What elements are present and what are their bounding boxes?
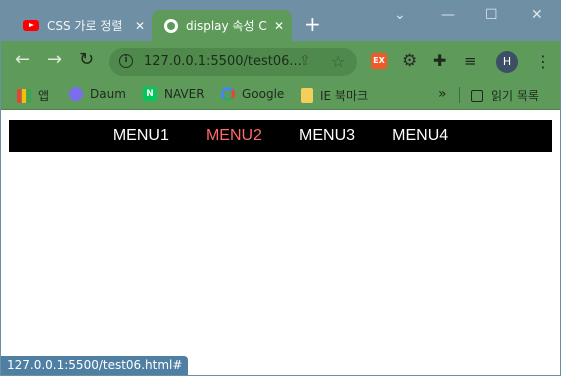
bookmark-ie-folder[interactable]: IE 북마크 (301, 87, 368, 104)
info-icon[interactable]: i (119, 54, 133, 68)
url-text[interactable]: 127.0.0.1:5500/test06... (144, 54, 302, 69)
page-content: MENU1 MENU2 MENU3 MENU4 (1, 110, 560, 375)
divider (459, 87, 460, 103)
bookmarks-bar: 앱 Daum N NAVER Google IE 북마크 » 읽기 목록 (1, 81, 560, 110)
bookmark-label: Daum (90, 87, 126, 101)
gear-icon[interactable]: ⚙ (402, 51, 417, 71)
bookmark-label: 앱 (38, 89, 50, 103)
menu-item: MENU4 (392, 120, 448, 152)
extension-ex-icon[interactable]: EX (371, 53, 387, 69)
minimize-button[interactable]: — (441, 7, 455, 23)
reading-list-button[interactable]: 읽기 목록 (471, 87, 539, 104)
forward-button[interactable]: → (47, 51, 62, 69)
bookmark-label: Google (242, 87, 285, 101)
apps-grid-icon (17, 88, 31, 103)
media-control-icon[interactable]: ≡ (464, 52, 477, 70)
reading-list-label: 읽기 목록 (491, 89, 539, 103)
back-button[interactable]: ← (15, 51, 30, 69)
menu-link-4[interactable]: MENU4 (392, 127, 448, 144)
menu-item: MENU3 (299, 120, 355, 152)
reading-list-icon (471, 89, 483, 102)
tab-search-icon[interactable]: ⌄ (394, 7, 406, 23)
google-icon (221, 87, 235, 101)
bookmark-daum[interactable]: Daum (69, 87, 126, 101)
browser-toolbar: ← → ↻ i 127.0.0.1:5500/test06... ⇪ ☆ EX … (1, 41, 560, 81)
bookmark-apps[interactable]: 앱 (17, 87, 49, 104)
profile-avatar[interactable]: H (496, 51, 518, 73)
menu-kebab-icon[interactable]: ⋮ (535, 52, 551, 71)
new-tab-button[interactable]: + (304, 14, 321, 34)
restore-button[interactable]: ☐ (485, 7, 498, 23)
status-bar-url: 127.0.0.1:5500/test06.html# (1, 356, 189, 375)
bookmark-label: NAVER (164, 87, 205, 101)
globe-icon (164, 18, 178, 33)
daum-icon (69, 87, 83, 101)
menu-item: MENU1 (113, 120, 169, 152)
browser-window: CSS 가로 정렬 ✕ display 속성 C ✕ + ⌄ — ☐ ✕ ← →… (0, 0, 561, 376)
extensions-puzzle-icon[interactable]: ✚ (433, 51, 446, 70)
tab-display-property[interactable]: display 속성 C ✕ (152, 10, 292, 41)
close-window-button[interactable]: ✕ (531, 7, 543, 23)
youtube-icon (23, 20, 39, 31)
address-bar[interactable]: i 127.0.0.1:5500/test06... ⇪ ☆ (109, 48, 357, 76)
close-icon[interactable]: ✕ (135, 19, 145, 33)
bookmark-google[interactable]: Google (221, 87, 284, 101)
menu-item: MENU2 (206, 120, 262, 152)
more-bookmarks-button[interactable]: » (438, 86, 447, 102)
bookmark-label: IE 북마크 (320, 89, 369, 103)
tab-title: display 속성 C (186, 19, 267, 33)
bookmark-naver[interactable]: N NAVER (143, 87, 205, 101)
title-bar: CSS 가로 정렬 ✕ display 속성 C ✕ + ⌄ — ☐ ✕ (1, 1, 560, 41)
tab-css-align[interactable]: CSS 가로 정렬 ✕ (9, 10, 147, 41)
menu-link-2[interactable]: MENU2 (206, 127, 262, 144)
bookmark-star-icon[interactable]: ☆ (331, 52, 345, 71)
nav-menu: MENU1 MENU2 MENU3 MENU4 (9, 120, 552, 152)
close-icon[interactable]: ✕ (274, 19, 284, 33)
share-icon[interactable]: ⇪ (299, 53, 311, 69)
naver-icon: N (143, 87, 157, 101)
menu-link-1[interactable]: MENU1 (113, 127, 169, 144)
menu-link-3[interactable]: MENU3 (299, 127, 355, 144)
folder-icon (301, 88, 313, 103)
reload-button[interactable]: ↻ (79, 51, 94, 69)
tab-title: CSS 가로 정렬 (47, 19, 123, 33)
